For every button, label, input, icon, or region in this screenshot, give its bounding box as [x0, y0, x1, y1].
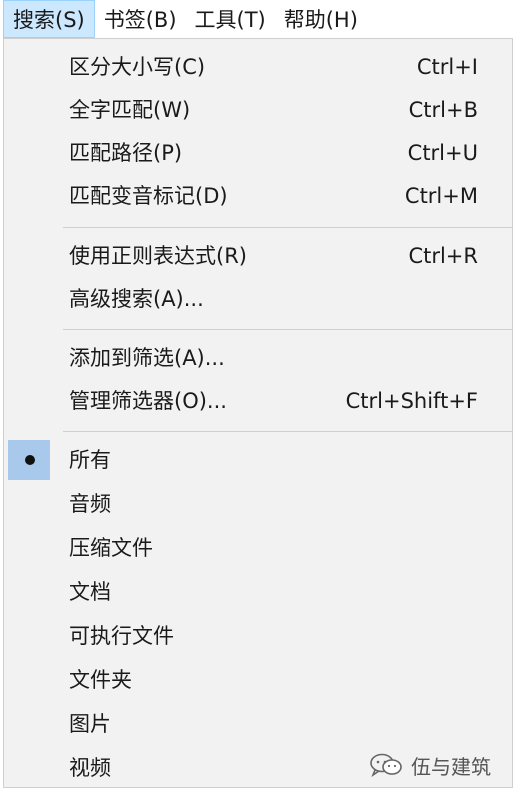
menu-item-label: 管理筛选器(O)...	[69, 389, 227, 413]
menu-item-label: 高级搜索(A)...	[69, 287, 204, 311]
menu-item-filter-executable[interactable]: 可执行文件	[4, 615, 512, 657]
search-dropdown-menu: 区分大小写(C) Ctrl+I 全字匹配(W) Ctrl+B 匹配路径(P) C…	[3, 38, 513, 788]
menu-item-match-path[interactable]: 匹配路径(P) Ctrl+U	[4, 132, 512, 174]
menu-bar: 搜索(S) 书签(B) 工具(T) 帮助(H)	[0, 0, 516, 38]
watermark-text: 伍与建筑	[411, 754, 491, 779]
radio-dot-icon	[25, 455, 35, 465]
menu-item-label: 所有	[69, 448, 111, 472]
menu-item-shortcut: Ctrl+U	[407, 141, 478, 165]
wechat-icon	[370, 753, 402, 777]
menu-item-filter-document[interactable]: 文档	[4, 571, 512, 613]
menu-item-shortcut: Ctrl+B	[408, 98, 478, 122]
menu-item-label: 文档	[69, 580, 111, 604]
menu-item-shortcut: Ctrl+I	[416, 55, 478, 79]
menu-item-label: 视频	[69, 756, 111, 780]
menubar-help-label: 帮助(H)	[283, 8, 358, 32]
menubar-bookmarks-label: 书签(B)	[103, 8, 177, 32]
menu-item-match-case[interactable]: 区分大小写(C) Ctrl+I	[4, 46, 512, 88]
menubar-help[interactable]: 帮助(H)	[275, 0, 367, 38]
menu-item-regex[interactable]: 使用正则表达式(R) Ctrl+R	[4, 235, 512, 277]
menu-separator	[63, 329, 512, 330]
menubar-bookmarks[interactable]: 书签(B)	[95, 0, 186, 38]
menu-item-filter-picture[interactable]: 图片	[4, 703, 512, 745]
menu-item-label: 压缩文件	[69, 536, 153, 560]
menu-item-advanced-search[interactable]: 高级搜索(A)...	[4, 278, 512, 320]
menubar-tools[interactable]: 工具(T)	[186, 0, 275, 38]
menu-item-filter-folder[interactable]: 文件夹	[4, 659, 512, 701]
menu-item-filter-all[interactable]: 所有	[4, 439, 512, 481]
menu-item-shortcut: Ctrl+Shift+F	[345, 389, 478, 413]
menu-item-filter-compressed[interactable]: 压缩文件	[4, 527, 512, 569]
menu-item-label: 匹配变音标记(D)	[69, 184, 228, 208]
watermark: 伍与建筑	[369, 748, 491, 782]
menubar-search-label: 搜索(S)	[13, 8, 85, 32]
menu-separator	[63, 227, 512, 228]
menu-item-label: 音频	[69, 492, 111, 516]
menu-item-manage-filters[interactable]: 管理筛选器(O)... Ctrl+Shift+F	[4, 380, 512, 422]
menubar-tools-label: 工具(T)	[194, 8, 266, 32]
menu-item-add-to-filter[interactable]: 添加到筛选(A)...	[4, 337, 512, 379]
menu-item-shortcut: Ctrl+R	[408, 244, 478, 268]
menubar-search[interactable]: 搜索(S)	[3, 0, 95, 38]
menu-item-label: 区分大小写(C)	[69, 55, 206, 79]
menu-item-match-diacritics[interactable]: 匹配变音标记(D) Ctrl+M	[4, 175, 512, 217]
menu-item-shortcut: Ctrl+M	[404, 184, 478, 208]
menu-item-label: 全字匹配(W)	[69, 98, 191, 122]
menu-item-label: 图片	[69, 712, 111, 736]
menu-item-label: 添加到筛选(A)...	[69, 346, 225, 370]
menu-item-whole-word[interactable]: 全字匹配(W) Ctrl+B	[4, 89, 512, 131]
menu-item-label: 匹配路径(P)	[69, 141, 183, 165]
menu-item-filter-audio[interactable]: 音频	[4, 483, 512, 525]
menu-separator	[63, 431, 512, 432]
menu-item-label: 文件夹	[69, 668, 132, 692]
menu-item-label: 可执行文件	[69, 624, 174, 648]
menu-item-label: 使用正则表达式(R)	[69, 244, 247, 268]
radio-check-area	[8, 440, 50, 480]
